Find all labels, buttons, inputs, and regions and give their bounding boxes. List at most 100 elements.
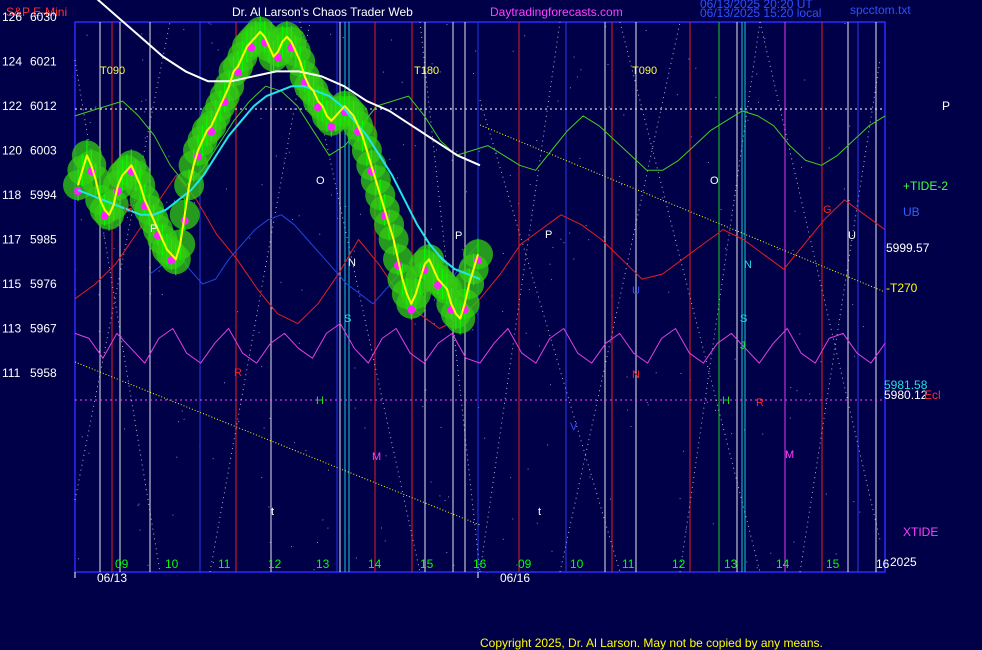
star-dot: [688, 58, 690, 60]
star-dot: [569, 87, 571, 89]
star-dot: [462, 249, 464, 251]
star-dot: [756, 73, 758, 75]
star-dot: [835, 553, 837, 555]
star-dot: [731, 433, 733, 435]
x-date-label: 06/16: [500, 571, 530, 585]
star-dot: [258, 331, 260, 333]
star-dot: [124, 428, 126, 430]
star-dot: [502, 310, 504, 312]
star-dot: [853, 501, 855, 503]
star-dot: [799, 333, 801, 335]
y-tick-right: 6021: [30, 55, 57, 69]
star-dot: [389, 158, 391, 160]
star-dot: [756, 567, 758, 569]
star-dot: [662, 197, 664, 199]
copyright-text: Copyright 2025, Dr. Al Larson. May not b…: [480, 636, 823, 650]
data-file-name: spcctom.txt: [850, 3, 911, 17]
star-dot: [142, 59, 144, 61]
star-dot: [509, 174, 511, 176]
star-dot: [176, 456, 178, 458]
star-dot: [439, 71, 441, 73]
star-dot: [263, 427, 265, 429]
star-dot: [539, 345, 540, 347]
x-hour-tick: 11: [218, 557, 231, 571]
star-dot: [621, 184, 622, 186]
planet-marker: U: [848, 230, 856, 242]
star-dot: [758, 101, 759, 103]
star-dot: [536, 522, 538, 524]
star-dot: [414, 323, 416, 325]
time-cycle-label: T180: [414, 65, 439, 77]
star-dot: [212, 458, 214, 460]
planet-marker: N: [632, 369, 640, 381]
star-dot: [434, 299, 435, 301]
star-dot: [820, 361, 822, 363]
star-dot: [528, 289, 530, 290]
x-date-label: 06/13: [97, 571, 127, 585]
star-dot: [145, 99, 147, 101]
planet-marker: N: [744, 259, 752, 271]
star-dot: [141, 100, 143, 102]
star-dot: [569, 232, 571, 234]
star-dot: [580, 69, 582, 71]
star-dot: [172, 514, 174, 516]
star-dot: [291, 546, 292, 548]
y-tick-right: 6030: [30, 10, 57, 24]
star-dot: [319, 233, 321, 235]
star-dot: [237, 311, 239, 313]
star-dot: [446, 552, 448, 553]
star-dot: [472, 329, 474, 331]
star-dot: [645, 30, 647, 31]
star-dot: [706, 401, 708, 403]
planet-marker: t: [271, 506, 274, 518]
star-dot: [609, 498, 611, 500]
star-dot: [680, 372, 682, 374]
right-axis-label: -T270: [886, 281, 918, 295]
star-dot: [852, 303, 854, 305]
star-dot: [608, 106, 610, 108]
star-dot: [550, 384, 551, 386]
star-dot: [359, 213, 361, 215]
planet-marker: t: [538, 506, 541, 518]
price-marker: [327, 122, 336, 131]
star-dot: [690, 136, 692, 138]
star-dot: [715, 409, 716, 411]
x-hour-tick: 12: [268, 557, 282, 571]
planet-marker: M: [785, 449, 794, 461]
star-dot: [385, 455, 387, 457]
right-axis-label: +TIDE-2: [903, 179, 948, 193]
star-dot: [238, 421, 240, 422]
star-dot: [94, 106, 96, 108]
planet-marker: U: [632, 285, 640, 297]
star-dot: [790, 386, 792, 388]
star-dot: [695, 67, 697, 69]
star-dot: [607, 64, 609, 65]
x-hour-tick: 14: [368, 557, 382, 571]
star-dot: [98, 294, 100, 296]
star-dot: [261, 477, 263, 479]
x-hour-tick: 09: [115, 557, 129, 571]
star-dot: [808, 400, 810, 402]
right-axis-label: P: [942, 99, 950, 113]
star-dot: [764, 37, 766, 39]
star-dot: [862, 326, 864, 328]
star-dot: [224, 382, 225, 384]
star-dot: [527, 468, 529, 470]
y-tick-right: 5958: [30, 366, 57, 380]
site-link[interactable]: Daytradingforecasts.com: [490, 5, 623, 19]
star-dot: [524, 35, 526, 37]
star-dot: [793, 541, 795, 543]
y-tick-left: 117: [2, 233, 21, 247]
y-tick-right: 5985: [30, 233, 57, 247]
star-dot: [294, 442, 295, 444]
star-dot: [679, 498, 681, 500]
star-dot: [557, 100, 559, 102]
star-dot: [440, 426, 442, 428]
star-dot: [183, 418, 185, 420]
planet-marker: J: [740, 340, 746, 352]
star-dot: [168, 155, 170, 157]
star-dot: [473, 73, 474, 74]
star-dot: [792, 249, 794, 251]
star-dot: [720, 209, 722, 210]
star-dot: [382, 71, 384, 73]
